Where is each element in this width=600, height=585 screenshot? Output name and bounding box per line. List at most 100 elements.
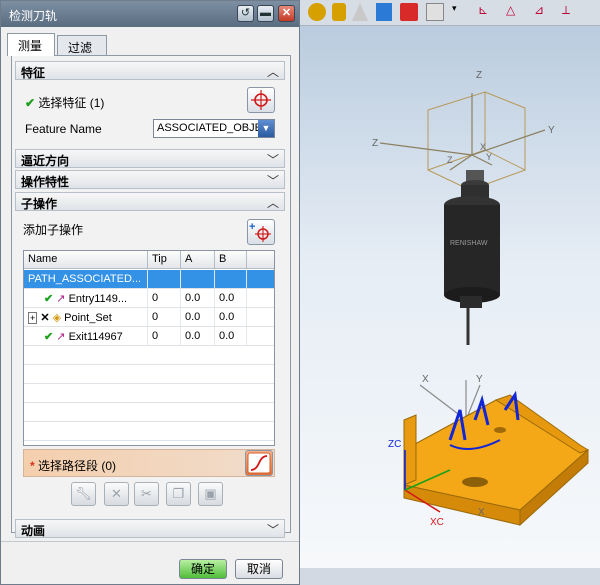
row-name: Exit114967 <box>68 331 123 343</box>
section-approach-title: 逼近方向 <box>21 154 70 168</box>
section-feature-header[interactable]: 特征 ︿ <box>15 61 285 80</box>
close-icon[interactable]: ✕ <box>278 5 295 22</box>
axis-y-lower: Y <box>476 374 483 385</box>
section-feature-title: 特征 <box>21 66 46 80</box>
chevron-up-icon[interactable]: ︿ <box>267 63 279 80</box>
curve-icon <box>247 452 271 474</box>
select-path-label: 选择路径段 (0) <box>38 459 117 473</box>
col-tip[interactable]: Tip <box>148 251 181 269</box>
chevron-down-icon[interactable]: ﹀ <box>267 521 279 538</box>
row-name-cell: + ✕ ◈ Point_Set <box>24 308 148 327</box>
add-sub-op-button[interactable]: + <box>247 219 275 245</box>
copy-icon: ❐ <box>172 486 185 501</box>
axis-x-small: X <box>480 142 486 152</box>
axis-y-top: Y <box>548 125 555 136</box>
select-path-button[interactable] <box>245 450 273 476</box>
select-path-row[interactable]: * 选择路径段 (0) <box>23 449 275 477</box>
footer-divider <box>1 541 299 542</box>
select-feature-button[interactable] <box>247 87 275 113</box>
table-row[interactable]: PATH_ASSOCIATED... <box>24 270 274 289</box>
cube-icon[interactable] <box>426 3 444 21</box>
chevron-down-icon[interactable]: ﹀ <box>267 151 279 168</box>
row-name: Entry1149... <box>68 293 128 305</box>
table-row <box>24 403 274 422</box>
paste-button[interactable]: ▣ <box>198 482 223 506</box>
section-sub-ops-title: 子操作 <box>21 197 58 211</box>
block-icon[interactable] <box>400 3 418 21</box>
chevron-down-icon[interactable]: ▼ <box>258 120 274 137</box>
tab-measure[interactable]: 测量 <box>7 33 55 56</box>
expand-icon[interactable]: + <box>28 312 38 324</box>
cut-button[interactable]: ✂ <box>134 482 159 506</box>
table-row[interactable]: ✔ ↗ Entry1149... 0 0.0 0.0 <box>24 289 274 308</box>
col-b[interactable]: B <box>215 251 247 269</box>
delete-button[interactable]: ✕ <box>104 482 129 506</box>
cad-statusbar <box>300 568 600 585</box>
chevron-up-icon[interactable]: ︿ <box>267 194 279 211</box>
sub-op-table[interactable]: Name Tip A B PATH_ASSOCIATED... ✔ ↗ Entr… <box>23 250 275 446</box>
ok-button[interactable]: 确定 <box>179 559 227 579</box>
col-a[interactable]: A <box>181 251 215 269</box>
probe-move-icon: ↗ <box>56 293 66 305</box>
row-b: 0.0 <box>215 308 247 327</box>
paste-icon: ▣ <box>204 486 217 501</box>
copy-button[interactable]: ❐ <box>166 482 191 506</box>
row-tip: 0 <box>148 289 181 308</box>
axis-y-small: Y <box>486 152 492 162</box>
dialog-titlebar[interactable]: 检测刀轨 ↺ ▬ ✕ <box>1 1 299 27</box>
sphere-icon[interactable] <box>308 3 326 21</box>
chevron-down-icon[interactable]: ﹀ <box>267 172 279 189</box>
section-animation-header[interactable]: 动画 ﹀ <box>15 519 285 538</box>
box-icon[interactable] <box>376 3 392 21</box>
row-a: 0.0 <box>181 327 215 346</box>
probe-move-icon: ↗ <box>56 331 66 343</box>
row-name: Point_Set <box>64 312 112 324</box>
section-op-props-header[interactable]: 操作特性 ﹀ <box>15 170 285 189</box>
dropdown-icon[interactable]: ▾ <box>452 3 462 23</box>
inspection-path-dialog: 检测刀轨 ↺ ▬ ✕ 测量 过滤 特征 ︿ ✔ 选择特征 (1) Feature… <box>0 0 300 585</box>
section-sub-ops-header[interactable]: 子操作 ︿ <box>15 192 285 211</box>
section-animation-title: 动画 <box>21 524 46 538</box>
wrench-icon: 🔧︎ <box>75 486 92 501</box>
feature-name-label: Feature Name <box>25 122 102 136</box>
edit-wrench-button[interactable]: 🔧︎ <box>71 482 96 506</box>
select-feature-row: ✔ 选择特征 (1) <box>25 94 104 111</box>
axis-xy-icon[interactable]: ⊾ <box>478 3 496 23</box>
feature-name-value: ASSOCIATED_OBJE <box>157 122 262 134</box>
error-x-icon: ✕ <box>40 312 50 324</box>
select-path-label-wrap: * 选择路径段 (0) <box>30 457 116 474</box>
table-row <box>24 422 274 441</box>
row-b: 0.0 <box>215 327 247 346</box>
axis-z-left: Z <box>372 138 378 149</box>
row-name-cell: ✔ ↗ Entry1149... <box>24 289 148 308</box>
row-a <box>181 270 215 289</box>
table-row[interactable]: + ✕ ◈ Point_Set 0 0.0 0.0 <box>24 308 274 327</box>
axis-x-bottom: X <box>478 507 485 518</box>
select-feature-label: 选择特征 (1) <box>38 96 105 110</box>
checkmark-icon: ✔ <box>44 331 54 343</box>
section-approach-header[interactable]: 逼近方向 ﹀ <box>15 149 285 168</box>
tab-filter[interactable]: 过滤 <box>57 35 107 55</box>
col-name[interactable]: Name <box>24 251 148 269</box>
cone-icon[interactable] <box>352 3 368 21</box>
point-set-icon: ◈ <box>52 312 62 324</box>
cancel-button[interactable]: 取消 <box>235 559 283 579</box>
cad-toolbar: ▾ ⊾ △ ⊿ ⟂ <box>300 0 600 26</box>
csys-icon[interactable]: ⟂ <box>562 3 580 23</box>
table-row[interactable]: ✔ ↗ Exit114967 0 0.0 0.0 <box>24 327 274 346</box>
svg-text:RENISHAW: RENISHAW <box>450 240 488 247</box>
angle-icon[interactable]: △ <box>506 3 524 23</box>
row-name: PATH_ASSOCIATED... <box>24 270 148 289</box>
reset-icon[interactable]: ↺ <box>237 5 254 22</box>
axis-x-lower: X <box>422 374 429 385</box>
minimize-icon[interactable]: ▬ <box>257 5 274 22</box>
cylinder-icon[interactable] <box>332 3 346 21</box>
cad-viewport[interactable]: Z Z Y Z Y X RENISHAW X Y ZC XC X <box>300 0 600 585</box>
row-tip: 0 <box>148 308 181 327</box>
table-row <box>24 365 274 384</box>
feature-name-select[interactable]: ASSOCIATED_OBJE ▼ <box>153 119 275 138</box>
add-sub-op-label: 添加子操作 <box>23 223 84 237</box>
workpiece <box>403 390 590 527</box>
plane-icon[interactable]: ⊿ <box>534 3 552 23</box>
axis-z-top: Z <box>476 70 482 81</box>
